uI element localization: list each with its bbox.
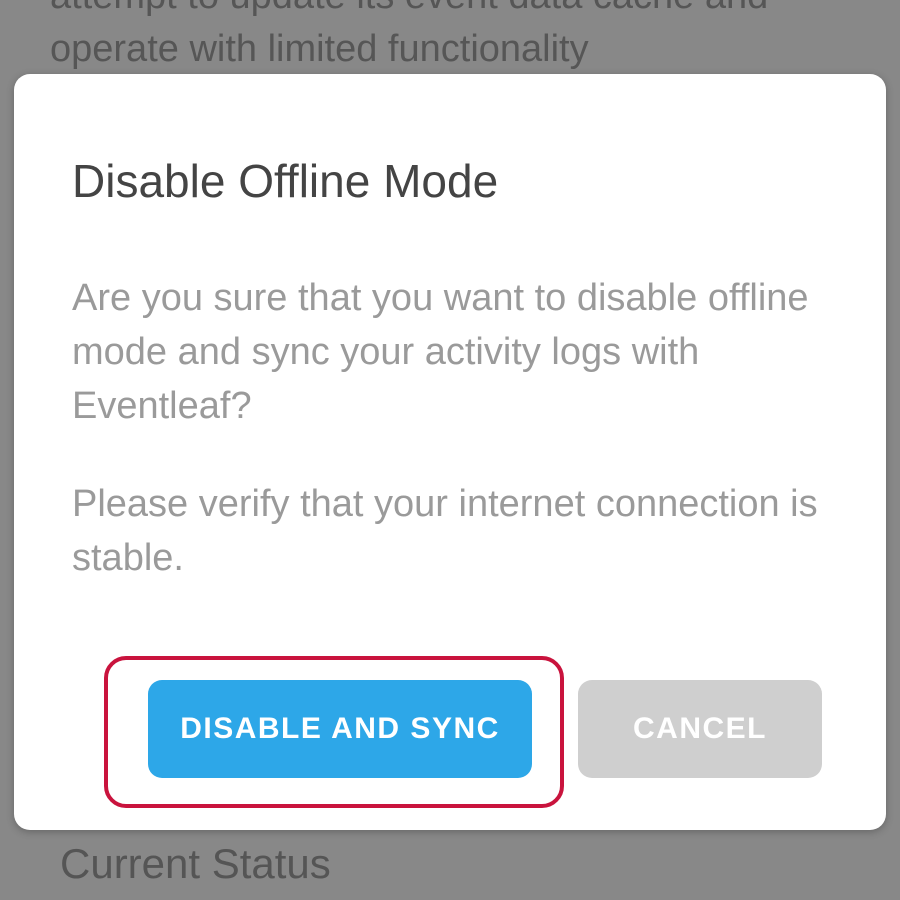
dialog-message: Are you sure that you want to disable of… (72, 272, 828, 586)
dialog-message-p2: Please verify that your internet connect… (72, 478, 828, 586)
dialog-message-p1: Are you sure that you want to disable of… (72, 272, 828, 434)
disable-and-sync-button[interactable]: DISABLE AND SYNC (148, 680, 532, 778)
dialog-title: Disable Offline Mode (72, 154, 828, 208)
disable-offline-dialog: Disable Offline Mode Are you sure that y… (14, 74, 886, 830)
cancel-button[interactable]: CANCEL (578, 680, 822, 778)
